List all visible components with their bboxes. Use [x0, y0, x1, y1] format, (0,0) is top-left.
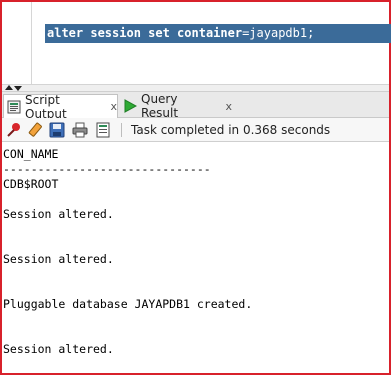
collapse-down-icon[interactable] — [14, 86, 22, 91]
pin-icon[interactable] — [6, 122, 22, 138]
eraser-icon[interactable] — [27, 122, 43, 138]
code-keywords: alter session set container — [47, 26, 243, 40]
selected-code-line[interactable]: alter session set container=jayapdb1; — [45, 24, 391, 43]
editor-gutter — [31, 2, 32, 84]
output-line: CON_NAME — [3, 147, 59, 161]
close-tab-icon[interactable]: x — [110, 100, 117, 113]
panel-splitter[interactable] — [2, 84, 389, 92]
output-line: Session altered. — [3, 342, 114, 356]
tab-label: Script Output — [25, 92, 67, 121]
output-line: ------------------------------ — [3, 162, 211, 176]
output-tab-bar: Script Output x Query Result x — [2, 92, 389, 121]
open-file-icon[interactable] — [95, 122, 111, 138]
script-output-area[interactable]: CON_NAME ------------------------------ … — [2, 142, 389, 373]
output-toolbar: Task completed in 0.368 seconds — [2, 118, 389, 142]
tab-label: Query Result — [141, 92, 179, 120]
expand-up-icon[interactable] — [5, 85, 13, 90]
output-line: CDB$ROOT — [3, 177, 59, 191]
task-status-text: Task completed in 0.368 seconds — [131, 123, 331, 137]
output-line: Session altered. — [3, 252, 114, 266]
run-arrow-icon — [124, 99, 137, 113]
print-icon[interactable] — [72, 122, 88, 138]
tab-script-output[interactable]: Script Output x — [3, 92, 118, 121]
sql-editor[interactable]: alter session set container=jayapdb1; — [2, 2, 391, 84]
output-line: Pluggable database JAYAPDB1 created. — [3, 297, 253, 311]
tab-query-result[interactable]: Query Result x — [120, 92, 232, 120]
save-icon[interactable] — [49, 122, 65, 138]
toolbar-separator — [121, 123, 122, 137]
code-rest: =jayapdb1; — [242, 26, 315, 40]
close-tab-icon[interactable]: x — [225, 100, 232, 113]
script-output-icon — [7, 100, 21, 113]
output-line: Session altered. — [3, 207, 114, 221]
